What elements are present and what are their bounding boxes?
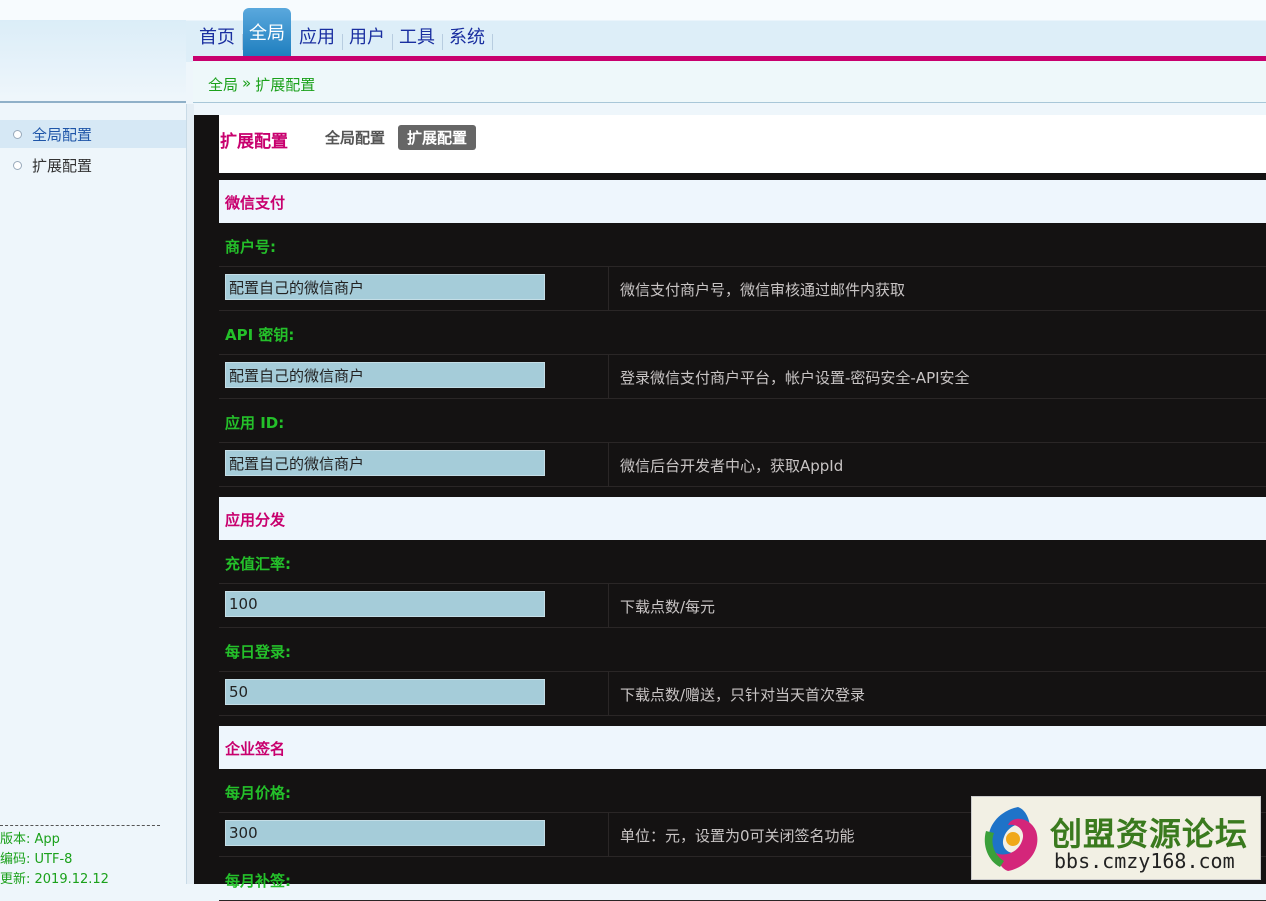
nav-item-system[interactable]: 系统 bbox=[443, 16, 493, 56]
logo-area bbox=[0, 20, 186, 98]
sidebar-divider bbox=[0, 101, 186, 103]
field-description: 登录微信支付商户平台，帐户设置-密码安全-API安全 bbox=[620, 369, 970, 387]
field-description: 微信支付商户号，微信审核通过邮件内获取 bbox=[620, 281, 906, 299]
section-header: 企业签名 bbox=[219, 726, 1266, 769]
app-id-input[interactable] bbox=[225, 450, 545, 476]
sidebar: 全局配置 扩展配置 bbox=[0, 104, 186, 884]
nav-item-global[interactable]: 全局 bbox=[243, 8, 291, 56]
merchant-id-input[interactable] bbox=[225, 274, 545, 300]
field-description: 下载点数/赠送，只针对当天首次登录 bbox=[620, 686, 866, 704]
nav-item-apps[interactable]: 应用 bbox=[293, 16, 343, 56]
field-label: 每月价格: bbox=[225, 784, 291, 802]
field-input-row: 微信支付商户号，微信审核通过邮件内获取 bbox=[219, 267, 1266, 311]
field-description: 单位：元，设置为0可关闭签名功能 bbox=[620, 827, 855, 845]
nav-item-tools[interactable]: 工具 bbox=[393, 16, 443, 56]
tab-global-config[interactable]: 全局配置 bbox=[316, 125, 394, 150]
field-label-row: 商户号: bbox=[219, 223, 1266, 267]
nav-item-home[interactable]: 首页 bbox=[193, 16, 243, 56]
field-input-row: 下载点数/赠送，只针对当天首次登录 bbox=[219, 672, 1266, 716]
input-cell bbox=[219, 355, 609, 399]
version-text: 版本: App bbox=[0, 832, 60, 847]
input-cell bbox=[219, 813, 609, 857]
field-label: 应用 ID: bbox=[225, 414, 285, 432]
input-cell bbox=[219, 672, 609, 716]
input-cell bbox=[219, 584, 609, 628]
input-cell bbox=[219, 443, 609, 487]
sidebar-item-extended-config[interactable]: 扩展配置 bbox=[0, 151, 186, 179]
field-input-row: 微信后台开发者中心，获取AppId bbox=[219, 443, 1266, 487]
top-bar bbox=[0, 0, 1266, 62]
main-content: 扩展配置 全局配置 扩展配置 微信支付 商户号: 微信支付商户号，微信审核通过邮… bbox=[194, 115, 1266, 901]
section-title: 企业签名 bbox=[225, 740, 286, 758]
bullet-icon bbox=[13, 129, 22, 139]
encoding-text: 编码: UTF-8 bbox=[0, 852, 73, 867]
daily-login-input[interactable] bbox=[225, 679, 545, 705]
section-title: 微信支付 bbox=[225, 194, 286, 212]
field-label: API 密钥: bbox=[225, 326, 295, 344]
watermark-url: bbs.cmzy168.com bbox=[1054, 849, 1235, 873]
breadcrumb-current: 扩展配置 bbox=[255, 76, 316, 94]
section-header: 应用分发 bbox=[219, 497, 1266, 540]
sidebar-item-label: 扩展配置 bbox=[32, 156, 93, 175]
section-title: 应用分发 bbox=[225, 511, 286, 529]
sidebar-item-global-config[interactable]: 全局配置 bbox=[0, 120, 186, 148]
field-label-row: 每日登录: bbox=[219, 628, 1266, 672]
updated-text: 更新: 2019.12.12 bbox=[0, 872, 109, 887]
field-label: 每月补签: bbox=[225, 872, 291, 890]
field-description: 下载点数/每元 bbox=[620, 598, 716, 616]
field-input-row: 下载点数/每元 bbox=[219, 584, 1266, 628]
field-label-row: 充值汇率: bbox=[219, 540, 1266, 584]
breadcrumb: 全局 » 扩展配置 bbox=[208, 74, 315, 95]
breadcrumb-bar: 全局 » 扩展配置 bbox=[193, 61, 1266, 103]
breadcrumb-root[interactable]: 全局 bbox=[208, 74, 238, 95]
api-key-input[interactable] bbox=[225, 362, 545, 388]
field-label: 商户号: bbox=[225, 238, 276, 256]
page-title: 扩展配置 bbox=[220, 132, 288, 152]
field-description: 微信后台开发者中心，获取AppId bbox=[620, 457, 844, 475]
section-header: 微信支付 bbox=[219, 180, 1266, 223]
main-nav: 首页 全局 应用 用户 工具 系统 bbox=[193, 8, 493, 56]
watermark: 创盟资源论坛 bbs.cmzy168.com bbox=[971, 796, 1261, 880]
sidebar-item-label: 全局配置 bbox=[32, 125, 93, 144]
tab-extended-config[interactable]: 扩展配置 bbox=[398, 125, 477, 150]
field-label-row: 应用 ID: bbox=[219, 399, 1266, 443]
bullet-icon bbox=[13, 160, 22, 170]
nav-item-users[interactable]: 用户 bbox=[343, 16, 393, 56]
field-input-row: 登录微信支付商户平台，帐户设置-密码安全-API安全 bbox=[219, 355, 1266, 399]
sidebar-footer: 版本: App 编码: UTF-8 更新: 2019.12.12 bbox=[0, 825, 160, 890]
monthly-price-input[interactable] bbox=[225, 820, 545, 846]
sidebar-edge bbox=[186, 104, 194, 884]
page-header: 扩展配置 全局配置 扩展配置 bbox=[219, 115, 1266, 173]
forum-logo-icon bbox=[984, 807, 1038, 871]
field-label: 充值汇率: bbox=[225, 555, 291, 573]
recharge-rate-input[interactable] bbox=[225, 591, 545, 617]
breadcrumb-separator: » bbox=[242, 74, 252, 92]
field-label-row: API 密钥: bbox=[219, 311, 1266, 355]
input-cell bbox=[219, 267, 609, 311]
field-label: 每日登录: bbox=[225, 643, 291, 661]
